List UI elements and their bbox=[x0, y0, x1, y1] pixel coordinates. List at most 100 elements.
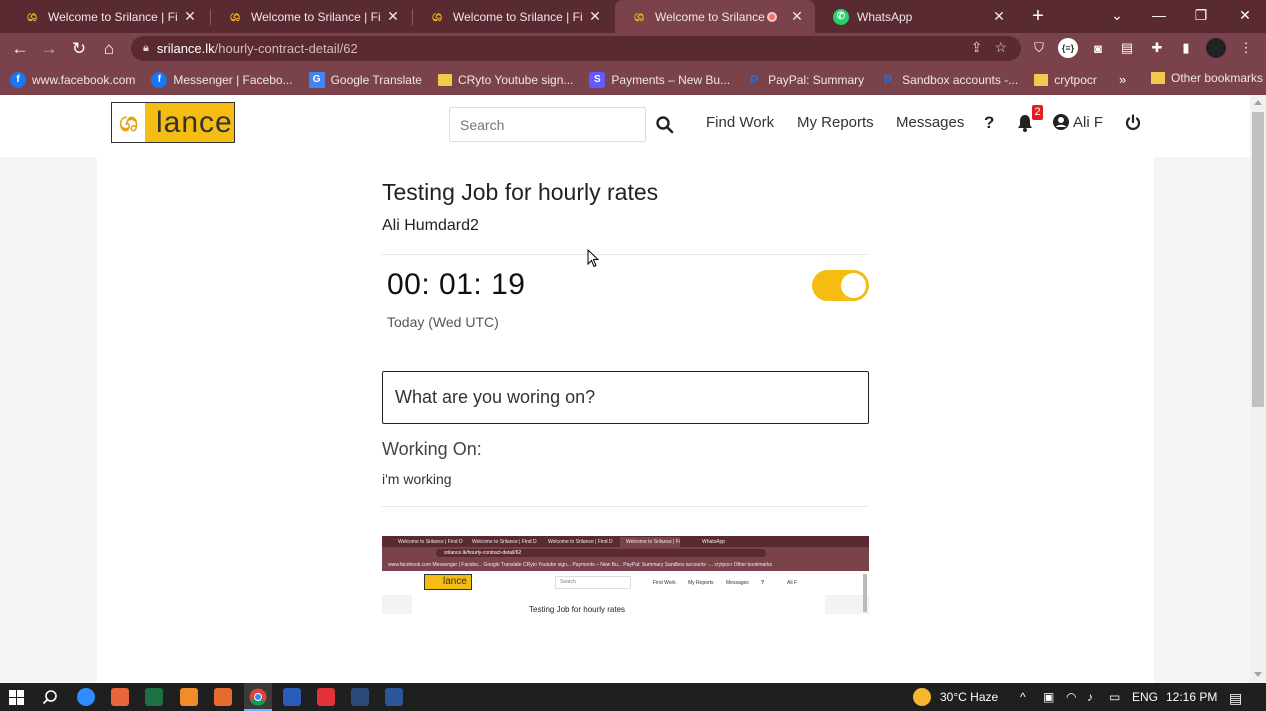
thumb-url: srilance.lk/hourly-contract-detail/62 bbox=[436, 549, 766, 557]
battery-icon[interactable]: ▭ bbox=[1109, 690, 1120, 704]
logout-power-icon[interactable] bbox=[1124, 114, 1142, 132]
tab-title: Welcome to Srilance | Fir bbox=[655, 9, 767, 24]
bookmark-sandbox[interactable]: P Sandbox accounts -... bbox=[880, 72, 1018, 88]
job-title: Testing Job for hourly rates bbox=[382, 179, 659, 205]
profile-avatar-icon[interactable] bbox=[1206, 38, 1226, 58]
excel-app-icon[interactable] bbox=[145, 688, 163, 706]
back-arrow-icon[interactable]: ← bbox=[8, 37, 32, 61]
bookmark-google-translate[interactable]: G Google Translate bbox=[308, 71, 422, 88]
timer-toggle-switch[interactable] bbox=[812, 270, 869, 301]
close-tab-icon[interactable]: ✕ bbox=[789, 8, 805, 25]
windows-start-icon[interactable] bbox=[9, 690, 24, 705]
weather-text[interactable]: 30°C Haze bbox=[940, 690, 998, 704]
more-bookmarks-chevron-icon[interactable]: » bbox=[1119, 72, 1126, 87]
word-app-icon[interactable] bbox=[385, 688, 403, 706]
share-icon[interactable]: ⇪ bbox=[971, 39, 983, 56]
calendar-app-icon[interactable] bbox=[283, 688, 301, 706]
close-tab-icon[interactable]: ✕ bbox=[182, 8, 198, 25]
user-avatar-icon[interactable] bbox=[1053, 114, 1069, 130]
reload-icon[interactable]: ↻ bbox=[67, 37, 91, 61]
shield-extension-icon[interactable]: ⛉ bbox=[1029, 38, 1049, 58]
activity-screenshot-thumbnail[interactable]: Welcome to Srilance | Find D Welcome to … bbox=[382, 536, 869, 614]
working-on-value: i'm working bbox=[382, 471, 452, 487]
bookmark-paypal[interactable]: P PayPal: Summary bbox=[746, 72, 864, 88]
search-icon[interactable] bbox=[655, 115, 675, 135]
bookmark-label: Sandbox accounts -... bbox=[902, 72, 1019, 87]
bookmark-label: CRyto Youtube sign... bbox=[457, 72, 574, 87]
google-translate-icon: G bbox=[308, 71, 325, 88]
bookmark-messenger[interactable]: f Messenger | Facebo... bbox=[151, 71, 293, 88]
restore-window-icon[interactable]: ❐ bbox=[1180, 0, 1222, 33]
divider bbox=[382, 254, 868, 255]
sublime-text-app-icon[interactable] bbox=[180, 688, 198, 706]
bookmark-facebook[interactable]: f www.facebook.com bbox=[10, 71, 135, 88]
bookmark-payments[interactable]: S Payments – New Bu... bbox=[589, 71, 730, 88]
scrollbar-thumb[interactable] bbox=[1252, 112, 1264, 407]
nav-find-work[interactable]: Find Work bbox=[706, 114, 774, 131]
browser-tab-2[interactable]: ශ Welcome to Srilance | Find D ✕ bbox=[211, 0, 411, 33]
chrome-taskbar-button[interactable] bbox=[244, 683, 272, 711]
close-tab-icon[interactable]: ✕ bbox=[385, 8, 401, 25]
minimize-window-icon[interactable]: — bbox=[1138, 0, 1180, 33]
bookmark-label: Other bookmarks bbox=[1171, 71, 1264, 85]
json-extension-icon[interactable]: {≡} bbox=[1058, 38, 1078, 58]
close-tab-icon[interactable]: ✕ bbox=[587, 8, 603, 25]
folder-icon bbox=[1151, 72, 1165, 84]
tray-device-icon[interactable]: ▣ bbox=[1043, 690, 1054, 704]
srilance-favicon-icon: ශ bbox=[633, 8, 644, 24]
close-window-icon[interactable]: ✕ bbox=[1224, 0, 1266, 33]
srilance-logo-mark-icon: ශ bbox=[112, 103, 146, 142]
taskbar-search-icon[interactable] bbox=[42, 689, 58, 705]
nav-my-reports[interactable]: My Reports bbox=[797, 114, 874, 131]
bookmark-crytpocr[interactable]: crytpocr bbox=[1034, 73, 1097, 87]
client-name: Ali Humdard2 bbox=[382, 217, 479, 234]
bookmark-star-icon[interactable]: ☆ bbox=[994, 39, 1007, 56]
chrome-app-icon bbox=[249, 688, 267, 706]
browser-toolbar: ← → ↻ ⌂ 🔒︎ srilance.lk/hourly-contract-d… bbox=[0, 33, 1266, 64]
wifi-icon[interactable]: ◠ bbox=[1066, 690, 1076, 704]
app-orange-icon[interactable] bbox=[111, 688, 129, 706]
other-bookmarks[interactable]: Other bookmarks bbox=[1151, 71, 1263, 85]
browser-tab-3[interactable]: ශ Welcome to Srilance | Find D ✕ bbox=[413, 0, 613, 33]
notification-center-icon[interactable]: ▤ bbox=[1229, 690, 1242, 707]
scroll-down-arrow-icon[interactable] bbox=[1254, 672, 1262, 677]
forward-arrow-icon[interactable]: → bbox=[37, 37, 61, 61]
divider bbox=[382, 506, 868, 507]
srilance-logo[interactable]: ශ lance bbox=[111, 102, 235, 143]
xampp-app-icon[interactable] bbox=[214, 688, 232, 706]
nav-messages[interactable]: Messages bbox=[896, 114, 964, 131]
bookmark-crypto-youtube[interactable]: CRyto Youtube sign... bbox=[437, 72, 574, 87]
browser-tab-5[interactable]: ✆ WhatsApp ✕ bbox=[817, 0, 1017, 33]
address-bar[interactable]: 🔒︎ srilance.lk/hourly-contract-detail/62… bbox=[131, 36, 1021, 61]
volume-icon[interactable]: ♪ bbox=[1087, 690, 1093, 704]
lock-icon: 🔒︎ bbox=[143, 42, 149, 54]
language-indicator[interactable]: ENG bbox=[1132, 690, 1158, 704]
document-extension-icon[interactable]: ▤ bbox=[1117, 38, 1137, 58]
task-description-input[interactable] bbox=[382, 371, 869, 424]
screen-recorder-app-icon[interactable] bbox=[317, 688, 335, 706]
notification-bell-icon[interactable] bbox=[1017, 114, 1033, 132]
browser-tab-1[interactable]: ශ Welcome to Srilance | Find D ✕ bbox=[8, 0, 208, 33]
zoom-app-icon[interactable] bbox=[77, 688, 95, 706]
weather-sun-icon[interactable] bbox=[913, 688, 931, 706]
tab-title: Welcome to Srilance | Find D bbox=[453, 9, 583, 24]
user-name[interactable]: Ali F bbox=[1073, 114, 1103, 131]
ssms-app-icon[interactable] bbox=[351, 688, 369, 706]
extensions-puzzle-icon[interactable]: ✚ bbox=[1147, 38, 1167, 58]
paypal-icon: P bbox=[749, 72, 759, 87]
tray-chevron-up-icon[interactable]: ^ bbox=[1020, 690, 1026, 704]
close-tab-icon[interactable]: ✕ bbox=[991, 8, 1007, 25]
srilance-favicon-icon: ශ bbox=[431, 8, 442, 24]
scroll-up-arrow-icon[interactable] bbox=[1254, 100, 1262, 105]
clock-time[interactable]: 12:16 PM bbox=[1166, 690, 1217, 704]
thumb-logo: lance bbox=[424, 574, 472, 590]
home-icon[interactable]: ⌂ bbox=[97, 37, 121, 61]
browser-tab-4-active[interactable]: ශ Welcome to Srilance | Fir ✕ bbox=[615, 0, 815, 33]
tab-search-chevron-icon[interactable]: ⌄ bbox=[1096, 0, 1138, 33]
screen-recorder-extension-icon[interactable]: ◙ bbox=[1088, 38, 1108, 58]
browser-menu-icon[interactable]: ⋮ bbox=[1236, 38, 1256, 58]
new-tab-button[interactable]: + bbox=[1026, 4, 1050, 28]
help-icon[interactable]: ? bbox=[984, 113, 994, 133]
search-input[interactable] bbox=[449, 107, 646, 142]
side-panel-icon[interactable]: ▮ bbox=[1176, 38, 1196, 58]
